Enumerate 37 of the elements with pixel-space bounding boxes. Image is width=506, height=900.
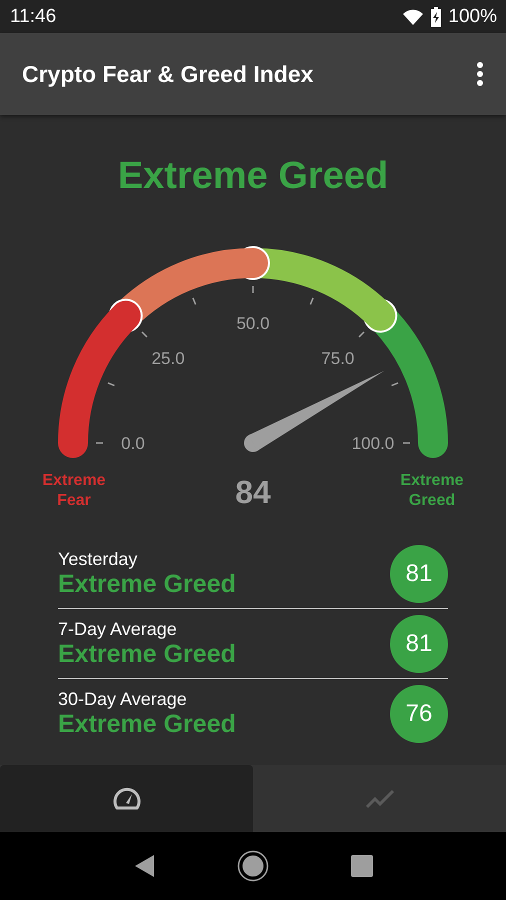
gauge-max-label: Extreme Greed [399, 471, 465, 511]
gauge-min-label: Extreme Fear [41, 471, 107, 511]
index-badge: 76 [390, 684, 448, 742]
period-label: 30-Day Average [58, 688, 188, 710]
app-title: Crypto Fear & Greed Index [22, 60, 314, 88]
speedometer-icon [112, 786, 142, 812]
tick-mark [141, 331, 148, 338]
line-chart-icon [366, 788, 394, 808]
classification: Extreme Greed [58, 710, 237, 738]
gauge-value: 84 [235, 474, 271, 511]
tick-mark [358, 331, 365, 338]
tick-mark [310, 298, 314, 305]
tick-mark [391, 382, 398, 386]
tick-mark [192, 298, 196, 305]
more-options-icon[interactable] [476, 61, 484, 87]
index-badge: 81 [390, 544, 448, 602]
tick-label: 25.0 [152, 349, 185, 368]
tick-label: 100.0 [352, 434, 394, 453]
tick-mark [403, 442, 410, 444]
tick-mark [252, 286, 254, 293]
period-label: 7-Day Average [58, 618, 178, 640]
wifi-icon [402, 8, 424, 26]
sentiment-headline: Extreme Greed [118, 155, 388, 198]
battery-level: 100% [448, 6, 497, 28]
home-icon[interactable] [237, 850, 269, 882]
tick-label: 75.0 [321, 349, 354, 368]
period-label: Yesterday [58, 548, 138, 570]
classification: Extreme Greed [58, 640, 237, 668]
tick-label: 50.0 [236, 314, 270, 333]
back-icon[interactable] [133, 854, 155, 878]
tick-mark [96, 442, 103, 444]
clock: 11:46 [10, 6, 58, 28]
tick-label: 0.0 [121, 434, 145, 453]
tick-mark [108, 382, 115, 386]
classification: Extreme Greed [58, 570, 237, 598]
battery-charging-icon [430, 6, 442, 26]
index-badge: 81 [390, 614, 448, 672]
